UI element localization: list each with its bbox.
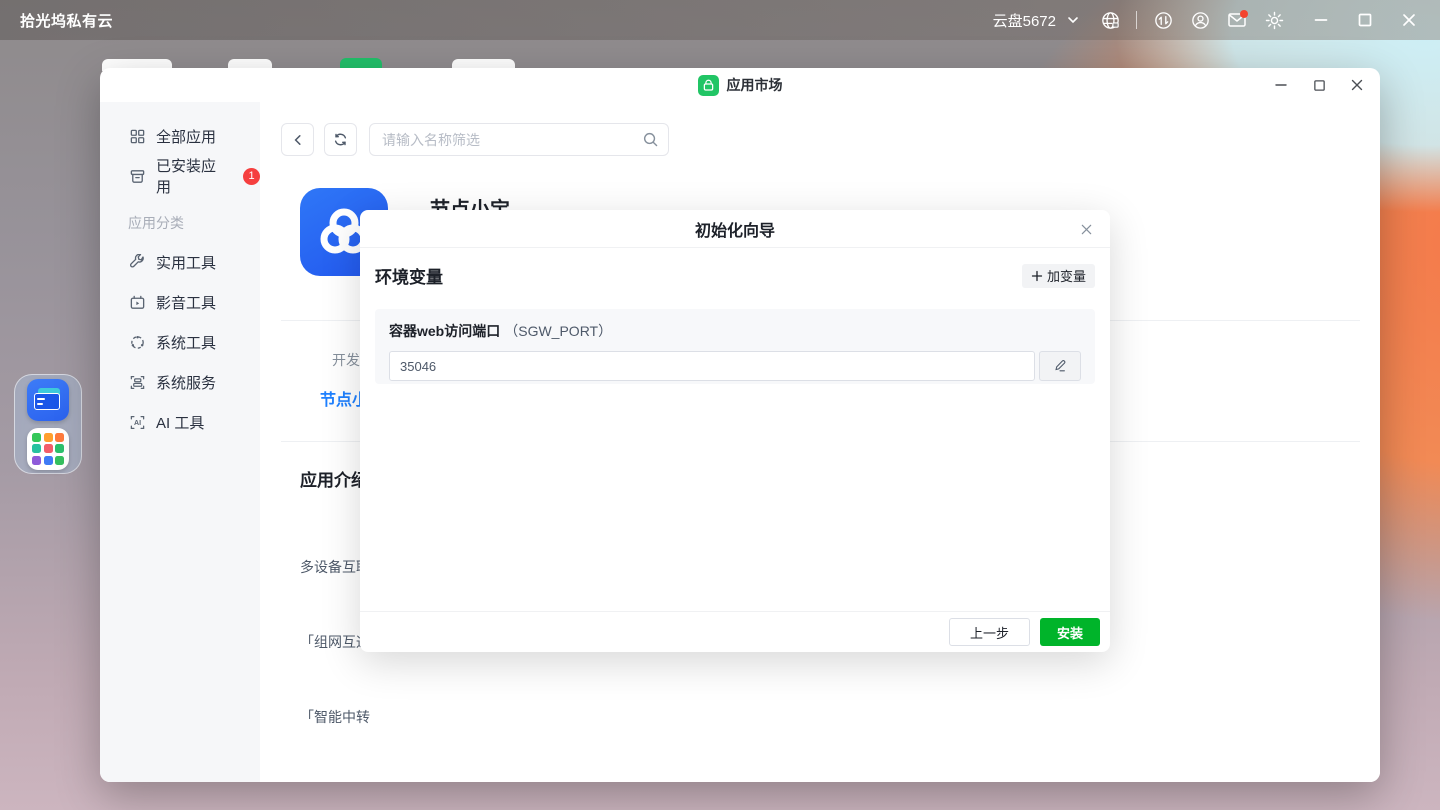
sidebar-item-label: 系统工具 xyxy=(156,332,216,353)
sidebar-item-utility-tools[interactable]: 实用工具 xyxy=(100,242,260,282)
sidebar-item-all-apps[interactable]: 全部应用 xyxy=(100,116,260,156)
maximize-icon[interactable] xyxy=(1354,9,1376,31)
system-services-icon xyxy=(128,373,146,391)
sidebar-item-installed-apps[interactable]: 已安装应用 1 xyxy=(100,156,260,196)
desktop: 拾光坞私有云 云盘5672 xyxy=(0,0,1440,810)
svg-text:AI: AI xyxy=(133,419,140,427)
dialog-title: 初始化向导 xyxy=(695,217,775,241)
floating-dock xyxy=(14,374,82,474)
dialog-close-icon[interactable] xyxy=(1078,221,1094,237)
file-manager-icon[interactable] xyxy=(27,379,69,421)
search-box xyxy=(369,123,669,156)
edit-pencil-button[interactable] xyxy=(1039,351,1081,381)
system-title: 拾光坞私有云 xyxy=(20,10,113,31)
divider xyxy=(1136,11,1137,29)
app-launcher-icon[interactable] xyxy=(27,428,69,470)
window-title: 应用市场 xyxy=(727,75,783,95)
sidebar-item-label: 已安装应用 xyxy=(156,155,227,197)
account-name: 云盘5672 xyxy=(993,10,1056,31)
dialog-header: 初始化向导 xyxy=(360,210,1110,248)
toolbar xyxy=(281,123,669,156)
sidebar-item-system-services[interactable]: 系统服务 xyxy=(100,362,260,402)
installed-count-badge: 1 xyxy=(243,168,260,185)
close-icon[interactable] xyxy=(1398,9,1420,31)
search-input[interactable] xyxy=(369,123,669,156)
utility-tools-icon xyxy=(128,253,146,271)
account-circle-icon[interactable] xyxy=(1189,9,1211,31)
sidebar-item-label: AI 工具 xyxy=(156,412,204,433)
add-variable-label: 加变量 xyxy=(1047,266,1086,285)
env-var-key: （SGW_PORT） xyxy=(504,323,612,339)
unread-badge xyxy=(1240,10,1248,18)
ai-tools-icon: AI xyxy=(128,413,146,431)
sidebar-item-label: 实用工具 xyxy=(156,252,216,273)
env-vars-heading: 环境变量 xyxy=(375,263,443,288)
sidebar-item-label: 全部应用 xyxy=(156,126,216,147)
app-market-icon xyxy=(698,75,719,96)
media-tools-icon xyxy=(128,293,146,311)
window-minimize-icon[interactable] xyxy=(1274,78,1288,92)
intro-line: 「安全加密 xyxy=(300,780,579,782)
sidebar-item-label: 系统服务 xyxy=(156,372,216,393)
sidebar-item-ai-tools[interactable]: AI AI 工具 xyxy=(100,402,260,442)
window-maximize-icon[interactable] xyxy=(1312,78,1326,92)
minimize-icon[interactable] xyxy=(1310,9,1332,31)
account-menu[interactable]: 云盘5672 xyxy=(993,9,1084,31)
plus-icon xyxy=(1031,270,1043,282)
dialog-footer: 上一步 安装 xyxy=(360,611,1110,652)
env-var-name: 容器web访问端口 xyxy=(389,323,500,339)
messages-icon[interactable] xyxy=(1226,9,1248,31)
window-titlebar: 应用市场 xyxy=(100,68,1380,102)
intro-line: 「智能中转 xyxy=(300,705,579,730)
env-var-card: 容器web访问端口（SGW_PORT） xyxy=(375,309,1095,384)
add-variable-button[interactable]: 加变量 xyxy=(1022,264,1095,288)
all-apps-icon xyxy=(128,127,146,145)
system-bar: 拾光坞私有云 云盘5672 xyxy=(0,0,1440,40)
developer-label: 开发 xyxy=(332,350,360,370)
window-close-icon[interactable] xyxy=(1350,78,1364,92)
previous-step-button[interactable]: 上一步 xyxy=(949,618,1030,646)
sidebar: 全部应用 已安装应用 1 应用分类 实用工具 xyxy=(100,102,260,782)
env-var-label: 容器web访问端口（SGW_PORT） xyxy=(389,321,1081,341)
sidebar-section-label: 应用分类 xyxy=(100,210,260,236)
transfer-icon[interactable] xyxy=(1152,9,1174,31)
refresh-button[interactable] xyxy=(324,123,357,156)
network-globe-icon[interactable] xyxy=(1099,9,1121,31)
port-input[interactable] xyxy=(389,351,1035,381)
sidebar-item-system-tools[interactable]: 系统工具 xyxy=(100,322,260,362)
chevron-down-icon xyxy=(1062,9,1084,31)
settings-gear-icon[interactable] xyxy=(1263,9,1285,31)
back-button[interactable] xyxy=(281,123,314,156)
sidebar-item-label: 影音工具 xyxy=(156,292,216,313)
installed-apps-icon xyxy=(128,167,146,185)
pencil-icon xyxy=(1053,359,1067,373)
system-tools-icon xyxy=(128,333,146,351)
intro-heading: 应用介绍 xyxy=(300,466,368,491)
install-button[interactable]: 安装 xyxy=(1040,618,1100,646)
search-icon xyxy=(642,131,659,153)
sidebar-item-media-tools[interactable]: 影音工具 xyxy=(100,282,260,322)
init-wizard-dialog: 初始化向导 环境变量 加变量 容器web访问端口（SGW_PORT） xyxy=(360,210,1110,652)
